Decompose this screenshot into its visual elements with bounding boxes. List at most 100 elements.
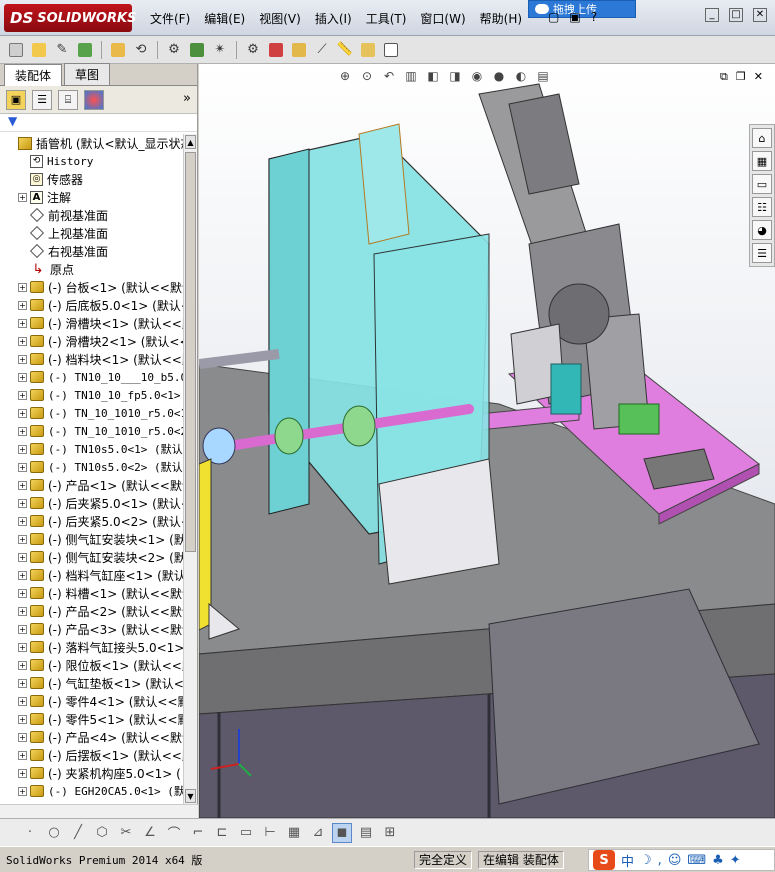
restore-icon[interactable]: □ <box>729 8 743 22</box>
previous-view-icon[interactable]: ↶ <box>381 68 397 84</box>
expand-toggle-icon[interactable]: + <box>18 282 27 292</box>
display-style-icon[interactable]: ◨ <box>447 68 463 84</box>
tab-sketch[interactable]: 草图 <box>64 63 111 85</box>
expand-toggle-icon[interactable]: + <box>18 660 27 670</box>
new-doc-icon[interactable]: ▢ <box>548 10 559 24</box>
tree-node[interactable]: + (-) 后夹紧5.0<2> (默认< <box>0 512 184 530</box>
tree-root[interactable]: 插管机 (默认<默认_显示状态 <box>0 134 184 152</box>
arc-icon[interactable]: ⌒ <box>164 823 184 843</box>
expand-toggle-icon[interactable]: + <box>18 390 27 400</box>
expand-toggle-icon[interactable]: + <box>18 462 27 472</box>
appearance-icon[interactable]: ● <box>491 68 507 84</box>
expand-toggle-icon[interactable]: + <box>18 192 27 202</box>
filter-icon[interactable]: ▼ <box>0 114 197 132</box>
tree-node[interactable]: + (-) 落料气缸接头5.0<1> <box>0 638 184 656</box>
circle-icon[interactable]: ○ <box>44 823 64 843</box>
tree-node[interactable]: 上视基准面 <box>0 224 184 242</box>
expand-toggle-icon[interactable]: + <box>18 552 27 562</box>
tree-node[interactable]: + (-) 档料块<1> (默认<<默 <box>0 350 184 368</box>
graphics-viewport[interactable]: ⊕ ⊙ ↶ ▥ ◧ ◨ ◉ ● ◐ ▤ ⧉ ❐ ✕ ⌂ ▦ ▭ ☷ ◕ ☰ <box>199 64 775 818</box>
tree-node[interactable]: + (-) TN_10_1010_r5.0<1> <box>0 404 184 422</box>
tile-icon[interactable]: ⊞ <box>380 823 400 843</box>
tree-node[interactable]: ◎ 传感器 <box>0 170 184 188</box>
skin-icon[interactable]: ♣ <box>712 853 724 868</box>
insert-component-icon[interactable] <box>108 40 128 60</box>
expand-toggle-icon[interactable]: + <box>18 732 27 742</box>
trim-icon[interactable]: ✂ <box>116 823 136 843</box>
tree-node[interactable]: + (-) 侧气缸安装块<2> (默 <box>0 548 184 566</box>
tree-node[interactable]: + (-) 侧气缸安装块<1> (默 <box>0 530 184 548</box>
tree-node[interactable]: + (-) TN10_10_fp5.0<1> ( <box>0 386 184 404</box>
scroll-down-icon[interactable]: ▼ <box>185 789 196 803</box>
pin-icon[interactable]: ✎ <box>52 40 72 60</box>
tree-node[interactable]: + (-) 零件4<1> (默认<<默认 <box>0 692 184 710</box>
expand-toggle-icon[interactable]: + <box>18 498 27 508</box>
ime-language[interactable]: 中 <box>621 851 634 870</box>
design-library-icon[interactable]: ▦ <box>752 151 772 171</box>
settings-icon[interactable]: ⚙ <box>243 40 263 60</box>
tree-node[interactable]: 右视基准面 <box>0 242 184 260</box>
feature-manager-icon[interactable]: ▣ <box>6 89 26 110</box>
mate-icon[interactable] <box>75 40 95 60</box>
menu-help[interactable]: 帮助(H) <box>480 10 522 27</box>
angle-icon[interactable]: ∠ <box>140 823 160 843</box>
tree-node[interactable]: + (-) 产品<1> (默认<<默认 <box>0 476 184 494</box>
ruler-icon[interactable]: 📏 <box>335 40 355 60</box>
tree-node[interactable]: + (-) 产品<4> (默认<<默认 <box>0 728 184 746</box>
expand-toggle-icon[interactable]: + <box>18 714 27 724</box>
screen-capture-icon[interactable] <box>381 40 401 60</box>
view-orientation-icon[interactable]: ◧ <box>425 68 441 84</box>
viewport-split-icon[interactable]: ⧉ <box>720 70 728 84</box>
expand-toggle-icon[interactable]: + <box>18 300 27 310</box>
new-icon[interactable] <box>6 40 26 60</box>
tab-assembly[interactable]: 装配体 <box>4 64 63 86</box>
expand-toggle-icon[interactable]: + <box>18 642 27 652</box>
view-settings-icon[interactable]: ▤ <box>535 68 551 84</box>
chamfer-icon[interactable]: ⌐ <box>188 823 208 843</box>
expand-toggle-icon[interactable]: + <box>18 516 27 526</box>
section-view-icon[interactable]: ▥ <box>403 68 419 84</box>
scroll-thumb[interactable] <box>185 152 196 552</box>
slot-icon[interactable]: ⊏ <box>212 823 232 843</box>
tree-node[interactable]: + A 注解 <box>0 188 184 206</box>
display-manager-icon[interactable] <box>84 89 104 110</box>
minimize-icon[interactable]: _ <box>705 8 719 22</box>
mass-properties-icon[interactable] <box>358 40 378 60</box>
menu-window[interactable]: 窗口(W) <box>420 10 465 27</box>
tree-node[interactable]: + (-) 后摆板<1> (默认<<默 <box>0 746 184 764</box>
expand-tabs-icon[interactable]: » <box>183 91 191 106</box>
expand-toggle-icon[interactable]: + <box>18 588 27 598</box>
menu-insert[interactable]: 插入(I) <box>315 10 352 27</box>
expand-toggle-icon[interactable]: + <box>18 768 27 778</box>
viewport-restore-icon[interactable]: ❐ <box>736 70 746 84</box>
tree-node[interactable]: + (-) 后底板5.0<1> (默认< <box>0 296 184 314</box>
expand-toggle-icon[interactable]: + <box>18 336 27 346</box>
tree-node[interactable]: + (-) 产品<2> (默认<<默认 <box>0 602 184 620</box>
emoji-icon[interactable]: ☺ <box>668 853 682 868</box>
scroll-up-icon[interactable]: ▲ <box>185 135 196 149</box>
expand-toggle-icon[interactable]: + <box>18 426 27 436</box>
tree-node[interactable]: + (-) 限位板<1> (默认<<默 <box>0 656 184 674</box>
expand-toggle-icon[interactable]: + <box>18 606 27 616</box>
assembly-feature-icon[interactable] <box>187 40 207 60</box>
zoom-area-icon[interactable]: ⊙ <box>359 68 375 84</box>
tree-node[interactable]: 前视基准面 <box>0 206 184 224</box>
hole-wizard-icon[interactable] <box>289 40 309 60</box>
assembly-3d-view[interactable] <box>199 64 775 818</box>
tools-icon[interactable]: ✦ <box>730 853 741 868</box>
expand-toggle-icon[interactable]: + <box>18 624 27 634</box>
tree-node[interactable]: + (-) TN10s5.0<2> (默认<< <box>0 458 184 476</box>
expand-toggle-icon[interactable]: + <box>18 444 27 454</box>
appearances-icon[interactable]: ◕ <box>752 220 772 240</box>
line-icon[interactable]: ╱ <box>68 823 88 843</box>
point-icon[interactable]: · <box>20 823 40 843</box>
tree-node[interactable]: + (-) 后夹紧5.0<1> (默认< <box>0 494 184 512</box>
tree-node[interactable]: ⟲ History <box>0 152 184 170</box>
hide-show-icon[interactable]: ◉ <box>469 68 485 84</box>
help-icon[interactable]: ? <box>591 10 597 24</box>
home-icon[interactable]: ⌂ <box>752 128 772 148</box>
shaded-display-icon[interactable]: ◼ <box>332 822 352 843</box>
tree-node[interactable]: + (-) 料槽<1> (默认<<默认 <box>0 584 184 602</box>
horizontal-scrollbar[interactable] <box>0 804 198 818</box>
file-explorer-icon[interactable]: ▭ <box>752 174 772 194</box>
